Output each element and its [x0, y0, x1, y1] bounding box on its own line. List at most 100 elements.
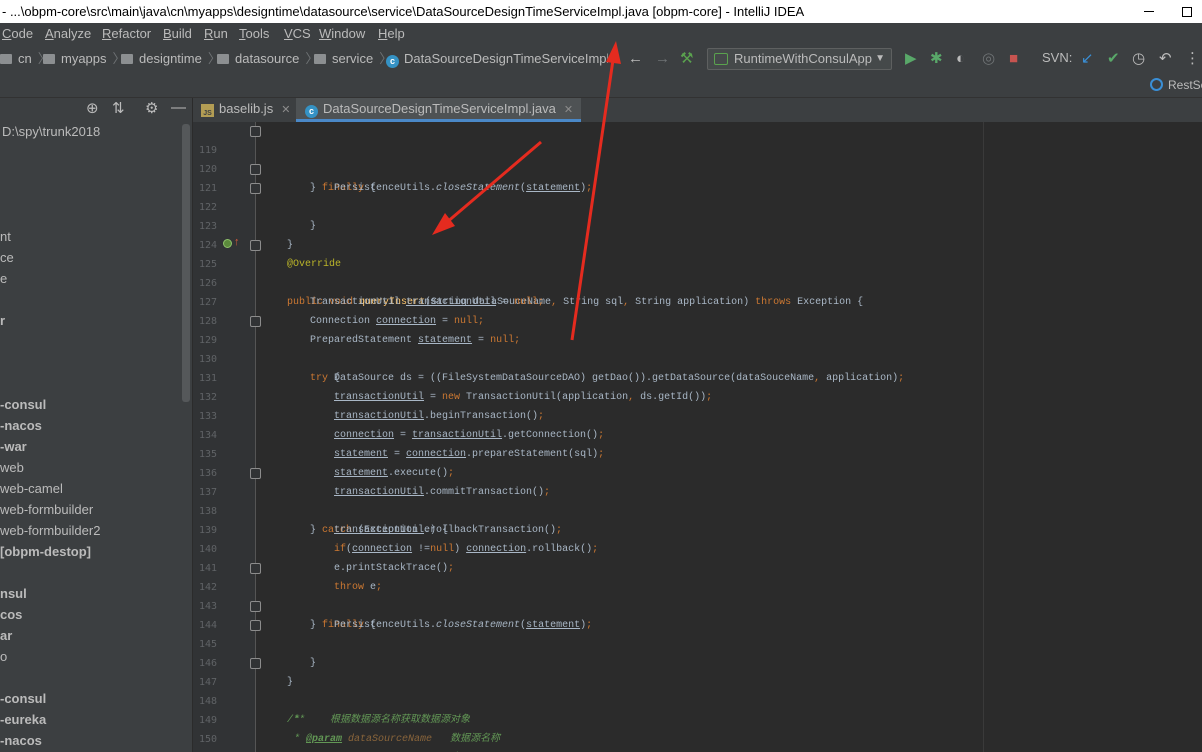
svn-update-icon[interactable]: ↙ — [1081, 51, 1094, 66]
code-line: 145 } — [193, 616, 1202, 688]
fold-marker-icon[interactable] — [250, 240, 261, 251]
tree-item[interactable]: -eureka — [0, 711, 46, 728]
tree-item[interactable]: web-camel — [0, 480, 63, 497]
tree-item[interactable]: nt — [0, 228, 11, 245]
run-configuration-select[interactable]: RuntimeWithConsulApp ▼ — [707, 48, 892, 70]
tab-baselib-js[interactable]: JS baselib.js ✕ — [201, 98, 290, 122]
locate-icon[interactable]: ⊕ — [86, 99, 99, 117]
history-icon[interactable]: ◷ — [1132, 51, 1145, 66]
tree-root-path[interactable]: D:\spy\trunk2018 — [2, 123, 100, 140]
rest-label: RestSe — [1168, 78, 1202, 92]
maximize-icon — [1182, 6, 1192, 17]
svn-label: SVN: — [1042, 50, 1073, 65]
fold-marker-icon[interactable] — [250, 183, 261, 194]
revert-icon[interactable]: ↶ — [1159, 51, 1172, 66]
code-line: 133 connection = transactionUtil.getConn… — [193, 388, 1202, 441]
menu-analyze[interactable]: Analyze — [45, 23, 91, 45]
fold-marker-icon[interactable] — [250, 563, 261, 574]
code-line: 131 transactionUtil = new TransactionUti… — [193, 350, 1202, 403]
tree-item[interactable]: web — [0, 459, 24, 476]
fold-marker-icon[interactable] — [250, 620, 261, 631]
hide-icon[interactable]: — — [171, 99, 186, 116]
folder-icon — [314, 54, 326, 64]
menu-tools[interactable]: Tools — [239, 23, 269, 45]
fold-marker-icon[interactable] — [250, 601, 261, 612]
tree-item[interactable]: ce — [0, 249, 14, 266]
code-line: 138 transactionUtil.rollbackTransaction(… — [193, 483, 1202, 536]
breadcrumb-datasource[interactable]: datasource 〉 — [217, 49, 318, 68]
code-line: 135 statement.execute(); — [193, 426, 1202, 479]
tab-label: DataSourceDesignTimeServiceImpl.java — [323, 101, 556, 116]
more-icon[interactable]: ⋮ — [1185, 51, 1200, 66]
tree-item[interactable]: r — [0, 312, 5, 329]
secondary-toolbar: RestSe — [0, 72, 1202, 98]
maximize-button[interactable] — [1172, 0, 1202, 23]
code-line: 141 throw e; — [193, 540, 1202, 593]
breadcrumb-label: datasource — [235, 51, 300, 66]
class-icon: c — [386, 55, 399, 68]
code-line: 126 TransactionUtil transactionUtil = nu… — [193, 255, 1202, 308]
menu-vcs[interactable]: VCS — [284, 23, 311, 45]
fold-marker-icon[interactable] — [250, 164, 261, 175]
tab-datasource-impl[interactable]: c DataSourceDesignTimeServiceImpl.java ✕ — [296, 98, 582, 122]
tree-item[interactable]: cos — [0, 606, 22, 623]
coverage-icon[interactable]: ◐ — [956, 51, 965, 66]
code-line: 125 public void queryInsert(String dataS… — [193, 236, 1202, 308]
tree-item[interactable]: web-formbuilder2 — [0, 522, 100, 539]
code-line: 144 } — [193, 597, 1202, 669]
tree-item[interactable]: nsul — [0, 585, 27, 602]
minimize-button[interactable] — [1126, 0, 1172, 23]
collapse-all-icon[interactable]: ⇅ — [112, 99, 125, 117]
breadcrumb-class[interactable]: c DataSourceDesignTimeServiceImpl — [386, 49, 608, 68]
fold-marker-icon[interactable] — [250, 468, 261, 479]
tree-item[interactable]: ar — [0, 627, 12, 644]
tree-item[interactable]: -consul — [0, 396, 46, 413]
back-arrow-icon[interactable]: ← — [628, 51, 643, 66]
menu-help[interactable]: Help — [378, 23, 405, 45]
breadcrumb-service[interactable]: service〉 — [314, 49, 392, 68]
navigation-bar: cn〉 myapps〉 designtime〉 datasource〉 serv… — [0, 45, 1202, 72]
code-line: 140 e.printStackTrace(); — [193, 521, 1202, 574]
tree-item[interactable]: [obpm-destop] — [0, 543, 91, 560]
tree-item[interactable]: -nacos — [0, 732, 42, 749]
code-line: 127 Connection connection = null; — [193, 274, 1202, 327]
stop-icon[interactable]: ■ — [1009, 51, 1018, 66]
svn-commit-icon[interactable]: ✔ — [1107, 51, 1120, 66]
breadcrumb-designtime[interactable]: designtime 〉 — [121, 49, 221, 68]
tree-item[interactable]: e — [0, 270, 7, 287]
code-line: 129 try { — [193, 312, 1202, 384]
menu-run[interactable]: Run — [204, 23, 228, 45]
build-hammer-icon[interactable]: ⚒ — [680, 51, 693, 66]
code-line: 137 } catch (Exception e) { — [193, 464, 1202, 536]
project-scrollbar[interactable] — [182, 124, 190, 402]
close-tab-icon[interactable]: ✕ — [564, 104, 573, 116]
fold-marker-icon[interactable] — [250, 658, 261, 669]
fold-marker-icon[interactable] — [250, 126, 261, 137]
tree-item[interactable]: -nacos — [0, 417, 42, 434]
breadcrumb-myapps[interactable]: myapps 〉 — [43, 49, 126, 68]
run-icon[interactable]: ▶ — [905, 51, 917, 66]
forward-arrow-icon[interactable]: → — [655, 51, 670, 66]
close-tab-icon[interactable]: ✕ — [281, 104, 290, 116]
rest-services-button[interactable]: RestSe — [1150, 78, 1202, 92]
profile-icon[interactable]: ◎ — [982, 51, 995, 66]
code-line: 148 * 根据数据源名称获取数据源对象 — [193, 673, 1202, 726]
menu-window[interactable]: Window — [319, 23, 365, 45]
code-line: 130 DataSource ds = ((FileSystemDataSour… — [193, 331, 1202, 384]
code-line: 132 transactionUtil.beginTransaction(); — [193, 369, 1202, 422]
gear-icon[interactable]: ⚙ — [145, 99, 158, 117]
menu-bar: Code Analyze Refactor Build Run Tools VC… — [0, 23, 1202, 45]
code-line: 149 * @param dataSourceName 数据源名称 — [193, 692, 1202, 745]
tree-item[interactable]: o — [0, 648, 7, 665]
tree-item[interactable]: -consul — [0, 690, 46, 707]
tree-item[interactable]: -war — [0, 438, 27, 455]
menu-build[interactable]: Build — [163, 23, 192, 45]
code-line: 134 statement = connection.prepareStatem… — [193, 407, 1202, 460]
menu-refactor[interactable]: Refactor — [102, 23, 151, 45]
tree-item[interactable]: web-formbuilder — [0, 501, 93, 518]
debug-icon[interactable]: ✱ — [930, 51, 943, 66]
code-line: 123 — [193, 198, 1202, 232]
fold-marker-icon[interactable] — [250, 316, 261, 327]
code-editor[interactable]: ↑ 119 } finally { 120 PersistenceUtils.c… — [193, 122, 1202, 752]
menu-code[interactable]: Code — [2, 23, 33, 45]
